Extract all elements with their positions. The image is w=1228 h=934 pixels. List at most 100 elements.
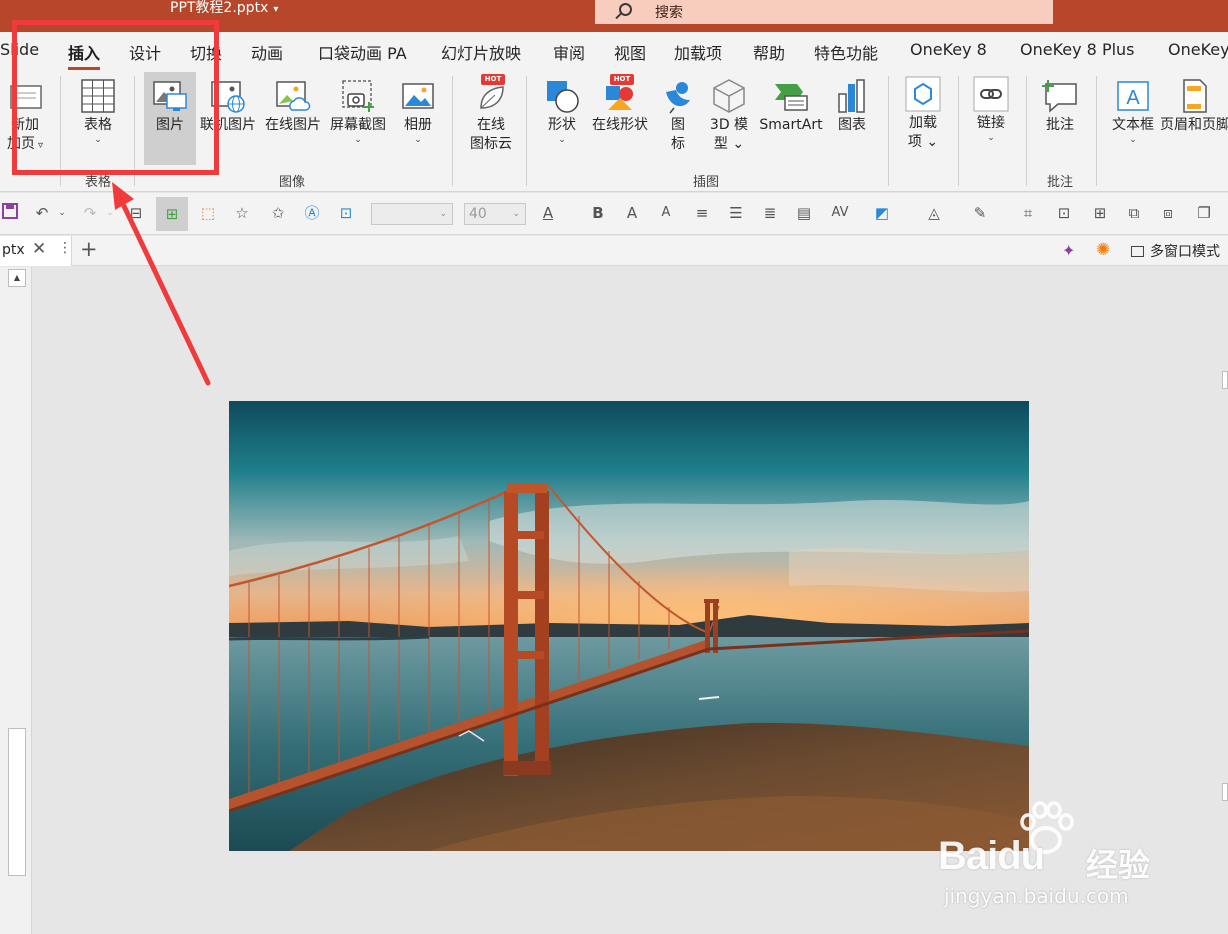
justify-icon[interactable]: ☰ [726,203,746,223]
ribbon: 新加 加页 ▿ 表格 ⌄ 表格 图片 联机图片 在线图片 屏幕截图 ⌄ 相册 ⌄… [0,70,1228,192]
scroll-marker[interactable] [1222,371,1228,389]
hot-badge: HOT [610,74,634,85]
svg-text:A: A [1126,87,1140,109]
ribbon-tab-bar: Slide 插入 设计 切换 动画 口袋动画 PA 幻灯片放映 审阅 视图 加载… [0,32,1228,70]
paint-bucket-icon[interactable]: ◬ [924,203,944,223]
online-shapes-button[interactable]: HOT 在线形状 [588,74,652,135]
slide-image[interactable] [229,401,1029,851]
font-size-select[interactable]: 40 ⌄ [464,203,526,225]
linked-picture-button[interactable]: 联机图片 [196,78,260,135]
grow-font-icon[interactable]: A [622,203,642,223]
photo-album-button[interactable]: 相册 ⌄ [394,78,442,145]
tab-review[interactable]: 审阅 [553,40,585,64]
chevron-down-icon[interactable]: ⌄ [104,203,116,223]
screenshot-button[interactable]: 屏幕截图 ⌄ [326,78,390,145]
tab-onekey8-plus[interactable]: OneKey 8 Plus [1020,40,1135,59]
chart-button[interactable]: 图表 [830,78,874,135]
distribute-icon[interactable]: ▤ [794,203,814,223]
icons-button[interactable]: 图 标 [656,78,700,154]
save-icon[interactable] [0,203,20,223]
header-footer-button[interactable]: 页眉和页脚 [1160,78,1228,135]
more-icon[interactable]: ⋮ [58,240,72,256]
3d-model-label-1: 3D 模 [709,117,749,133]
online-icon-cloud-button[interactable]: HOT 在线 图标云 [462,74,520,154]
online-picture-button[interactable]: 在线图片 [262,78,324,135]
settings-gear-icon[interactable]: ✺ [1096,240,1110,260]
vertical-scrollbar[interactable]: ▲ [0,267,32,934]
separator [888,76,889,186]
undo-icon[interactable]: ↶ [32,203,52,223]
crop-icon[interactable]: ⊡ [1054,203,1074,223]
scroll-up-arrow-icon[interactable]: ▲ [8,269,26,287]
tab-onekey8[interactable]: OneKey 8 [910,40,987,59]
3d-model-label-2: 型 ⌄ [713,136,745,152]
icons-label-2: 标 [671,136,685,152]
magic-icon[interactable]: ✦ [1062,241,1075,260]
album-label: 相册 [404,117,432,133]
dropdown-icon: ▿ [37,140,44,151]
multi-window-mode-button[interactable]: 多窗口模式 [1131,241,1220,261]
table-button[interactable]: 表格 ⌄ [70,78,126,145]
font-name-select[interactable]: ⌄ [371,203,453,225]
tab-view[interactable]: 视图 [614,40,646,64]
align-icon[interactable]: ⊞ [1090,203,1110,223]
shapes-button[interactable]: 形状 ⌄ [538,78,586,145]
comment-button[interactable]: 批注 [1036,78,1084,135]
picture-label: 图片 [156,117,184,133]
group-icon[interactable]: ⧉ [1124,203,1144,223]
font-color-icon[interactable]: A [538,203,558,223]
chevron-down-icon: ⌄ [354,135,362,145]
scroll-marker[interactable] [1222,783,1228,801]
3d-model-button[interactable]: 3D 模 型 ⌄ [704,78,754,154]
addins-button[interactable]: 加载 项 ⌄ [900,76,946,152]
char-spacing-icon[interactable]: AV [826,203,854,223]
scroll-thumb[interactable] [8,728,26,876]
redo-icon[interactable]: ↷ [80,203,100,223]
shapes-icon [544,78,580,114]
watermark-jingyan: 经验 [1086,846,1151,884]
bold-icon[interactable]: B [588,203,608,223]
arrange-icon[interactable]: ⧈ [1158,203,1178,223]
align-center-icon[interactable]: ⊞ [156,197,188,231]
tab-pocket-animation[interactable]: 口袋动画 PA [318,40,407,64]
shape-fill-icon[interactable]: ◩ [872,203,892,223]
shrink-font-icon[interactable]: A [656,203,676,223]
search-box[interactable]: 搜索 [595,0,1053,24]
tab-insert[interactable]: 插入 [68,40,101,70]
text-frame-icon[interactable]: Ⓐ [302,203,322,223]
tab-onekey[interactable]: OneKey [1168,40,1228,59]
tab-help[interactable]: 帮助 [753,40,785,64]
tab-design[interactable]: 设计 [129,40,161,64]
tab-slide[interactable]: Slide [0,40,39,59]
text-fit-icon[interactable]: ⊡ [336,203,356,223]
screenshot-icon [340,78,376,114]
star-icon[interactable]: ☆ [232,203,252,223]
bring-forward-icon[interactable]: ❐ [1194,203,1214,223]
golden-gate-bridge-photo [229,401,1029,851]
chevron-down-icon[interactable]: ⌄ [56,203,68,223]
chevron-down-icon[interactable]: ▾ [273,4,278,15]
new-tab-button[interactable]: + [80,237,98,261]
star-outline-icon[interactable]: ✩ [268,203,288,223]
tab-slideshow[interactable]: 幻灯片放映 [441,40,521,64]
new-slide-button[interactable]: 新加 加页 ▿ [0,78,50,155]
tab-addins[interactable]: 加载项 [674,40,722,64]
shape-select-icon[interactable]: ⬚ [198,203,218,223]
align-left-icon[interactable]: ≣ [760,203,780,223]
document-tab[interactable]: ptx ✕ ⋮ [0,236,72,266]
document-title[interactable]: PPT教程2.pptx ▾ [170,0,278,18]
tab-animations[interactable]: 动画 [251,40,283,64]
search-placeholder: 搜索 [655,5,683,21]
textbox-button[interactable]: A 文本框 ⌄ [1106,78,1160,145]
close-icon[interactable]: ✕ [32,239,46,259]
align-center-text-icon[interactable]: ≡ [692,203,712,223]
tab-features[interactable]: 特色功能 [814,40,878,64]
smartart-button[interactable]: SmartArt [756,78,826,135]
separator [60,76,61,186]
presenter-icon[interactable]: ⊟ [126,203,146,223]
tab-transitions[interactable]: 切换 [190,40,222,64]
picture-button[interactable]: 图片 [144,72,196,165]
edit-points-icon[interactable]: ⌗ [1018,203,1038,223]
pen-outline-icon[interactable]: ✎ [970,203,990,223]
link-button[interactable]: 链接 ⌄ [968,76,1014,143]
